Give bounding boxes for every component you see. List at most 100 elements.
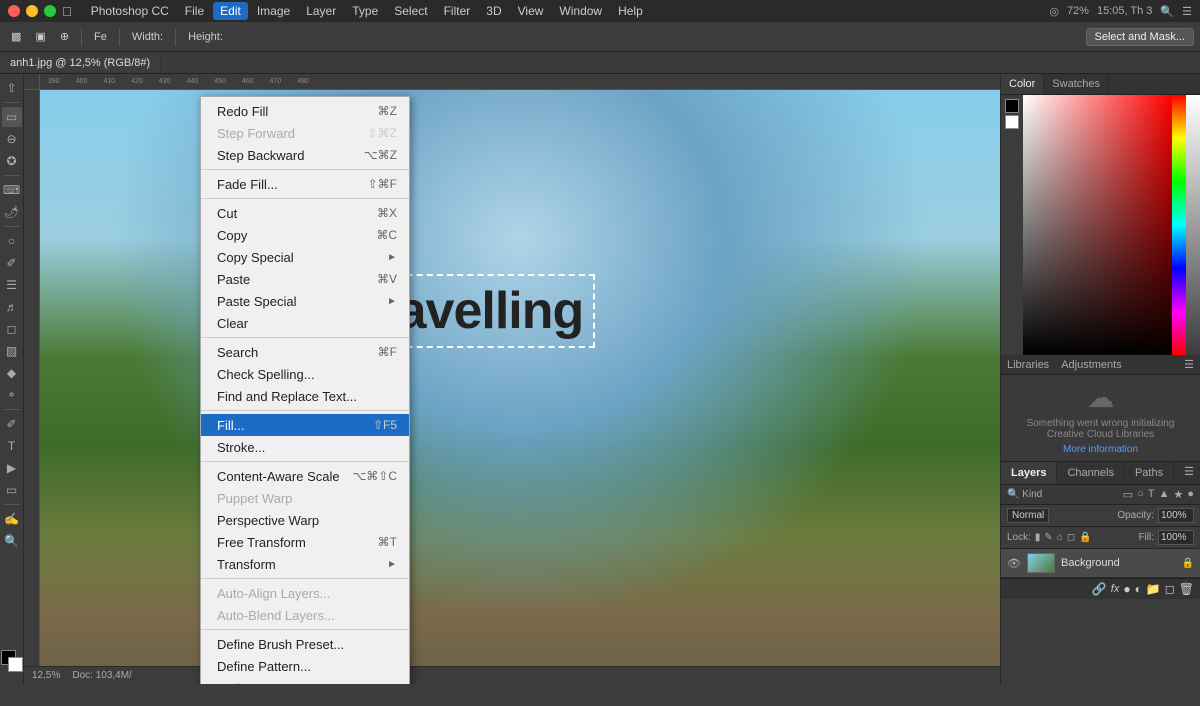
fx-icon[interactable]: fx [1111, 583, 1120, 595]
menu-window[interactable]: Window [552, 2, 609, 20]
search-icon[interactable]: 🔍 [1160, 5, 1174, 18]
menu-help[interactable]: Help [611, 2, 650, 20]
minimize-button[interactable] [26, 5, 38, 17]
menu-file[interactable]: File [178, 2, 211, 20]
healing-brush-tool[interactable]: ○ [2, 231, 22, 251]
menu-view[interactable]: View [511, 2, 551, 20]
tab-color[interactable]: Color [1001, 74, 1044, 94]
blur-tool[interactable]: ◆ [2, 363, 22, 383]
alpha-slider[interactable] [1186, 95, 1200, 355]
type-tool[interactable]: T [2, 436, 22, 456]
menu-perspective-warp[interactable]: Perspective Warp [201, 509, 409, 531]
menu-auto-blend[interactable]: Auto-Blend Layers... [201, 604, 409, 626]
menu-auto-align[interactable]: Auto-Align Layers... [201, 582, 409, 604]
maximize-button[interactable] [44, 5, 56, 17]
menu-copy-special[interactable]: Copy Special ► [201, 246, 409, 268]
menu-cut[interactable]: Cut ⌘X [201, 202, 409, 224]
new-layer-icon[interactable]: ◻ [1165, 582, 1175, 596]
menu-search[interactable]: Search ⌘F [201, 341, 409, 363]
filter-type-icon[interactable]: T [1148, 488, 1155, 501]
eyedropper-tool[interactable]: 🌶 [2, 202, 22, 222]
libraries-more-info-link[interactable]: More information [1063, 444, 1138, 455]
background-color[interactable] [8, 657, 23, 672]
hand-tool[interactable]: ✍ [2, 509, 22, 529]
menu-content-aware-scale[interactable]: Content-Aware Scale ⌥⌘⇧C [201, 465, 409, 487]
pen-tool[interactable]: ✐ [2, 414, 22, 434]
layers-panel-menu-btn[interactable]: ☰ [1178, 462, 1200, 484]
menu-step-backward[interactable]: Step Backward ⌥⌘Z [201, 144, 409, 166]
menu-find-replace[interactable]: Find and Replace Text... [201, 385, 409, 407]
menu-image[interactable]: Image [250, 2, 297, 20]
menu-filter[interactable]: Filter [437, 2, 478, 20]
menu-layer[interactable]: Layer [299, 2, 343, 20]
filter-toggle[interactable]: ● [1187, 488, 1194, 501]
move-tool[interactable]: ⇧ [2, 78, 22, 98]
menu-photoshop[interactable]: Photoshop CC [84, 2, 176, 20]
menu-copy[interactable]: Copy ⌘C [201, 224, 409, 246]
filter-smart-icon[interactable]: ★ [1173, 488, 1183, 501]
lock-position-icon[interactable]: ⌂ [1057, 532, 1063, 543]
menu-clear[interactable]: Clear [201, 312, 409, 334]
select-mask-button[interactable]: Select and Mask... [1086, 28, 1195, 46]
clone-stamp-tool[interactable]: ☰ [2, 275, 22, 295]
gradient-tool[interactable]: ▨ [2, 341, 22, 361]
menu-step-forward[interactable]: Step Forward ⇧⌘Z [201, 122, 409, 144]
menu-define-brush[interactable]: Define Brush Preset... [201, 633, 409, 655]
tab-swatches[interactable]: Swatches [1044, 74, 1109, 94]
tab-paths[interactable]: Paths [1125, 462, 1174, 484]
document-tab[interactable]: anh1.jpg @ 12,5% (RGB/8#) [0, 54, 161, 72]
tab-layers[interactable]: Layers [1001, 462, 1057, 484]
menu-puppet-warp[interactable]: Puppet Warp [201, 487, 409, 509]
color-picker-squares[interactable] [1, 650, 23, 672]
shape-tool[interactable]: ▭ [2, 480, 22, 500]
layer-visibility-eye[interactable]: 👁 [1007, 557, 1021, 570]
menu-free-transform[interactable]: Free Transform ⌘T [201, 531, 409, 553]
zoom-tool[interactable]: 🔍 [2, 531, 22, 551]
menu-paste[interactable]: Paste ⌘V [201, 268, 409, 290]
menu-define-custom-shape[interactable]: Define Custom Shape... [201, 677, 409, 684]
new-adjustment-icon[interactable]: ◐ [1135, 582, 1142, 596]
menu-fade-fill[interactable]: Fade Fill... ⇧⌘F [201, 173, 409, 195]
lock-artboard-icon[interactable]: ◻ [1067, 532, 1075, 543]
menu-stroke[interactable]: Stroke... [201, 436, 409, 458]
dodge-tool[interactable]: ⚬ [2, 385, 22, 405]
add-mask-icon[interactable]: ● [1123, 582, 1130, 596]
marquee-tool[interactable]: ▭ [2, 107, 22, 127]
edit-menu-dropdown[interactable]: Redo Fill ⌘Z Step Forward ⇧⌘Z Step Backw… [200, 96, 410, 684]
new-group-icon[interactable]: 📁 [1146, 582, 1161, 596]
menu-3d[interactable]: 3D [479, 2, 508, 20]
crop-tool[interactable]: ⌨ [2, 180, 22, 200]
tab-channels[interactable]: Channels [1057, 462, 1124, 484]
lock-image-icon[interactable]: ✎ [1044, 532, 1052, 543]
layer-background[interactable]: 👁 Background 🔒 [1001, 549, 1200, 578]
menu-select[interactable]: Select [387, 2, 434, 20]
filter-shape-icon[interactable]: ▲ [1159, 488, 1170, 501]
blend-mode-select[interactable]: Normal [1007, 508, 1049, 523]
notification-icon[interactable]: ☰ [1182, 5, 1192, 18]
menu-define-pattern[interactable]: Define Pattern... [201, 655, 409, 677]
eraser-tool[interactable]: ◻ [2, 319, 22, 339]
hue-slider[interactable] [1172, 95, 1186, 355]
menu-transform[interactable]: Transform ► [201, 553, 409, 575]
filter-adjust-icon[interactable]: ○ [1137, 488, 1144, 501]
lock-all-icon[interactable]: 🔒 [1079, 532, 1091, 543]
brush-tool[interactable]: ✐ [2, 253, 22, 273]
libraries-icon-btn[interactable]: ☰ [1184, 358, 1194, 371]
history-brush-tool[interactable]: ♬ [2, 297, 22, 317]
opacity-input[interactable] [1158, 508, 1194, 523]
lock-transparent-icon[interactable]: ▮ [1035, 532, 1041, 543]
tab-adjustments[interactable]: Adjustments [1061, 359, 1122, 371]
delete-layer-icon[interactable]: 🗑 [1179, 582, 1194, 596]
close-button[interactable] [8, 5, 20, 17]
tab-libraries[interactable]: Libraries [1007, 359, 1049, 371]
lasso-tool[interactable]: ⊖ [2, 129, 22, 149]
menu-redo-fill[interactable]: Redo Fill ⌘Z [201, 100, 409, 122]
menu-check-spelling[interactable]: Check Spelling... [201, 363, 409, 385]
magic-wand-tool[interactable]: ✪ [2, 151, 22, 171]
menu-edit[interactable]: Edit [213, 2, 248, 20]
menu-type[interactable]: Type [345, 2, 385, 20]
menu-fill[interactable]: Fill... ⇧F5 [201, 414, 409, 436]
filter-pixel-icon[interactable]: ▭ [1123, 488, 1133, 501]
menu-paste-special[interactable]: Paste Special ► [201, 290, 409, 312]
path-selection-tool[interactable]: ▶ [2, 458, 22, 478]
